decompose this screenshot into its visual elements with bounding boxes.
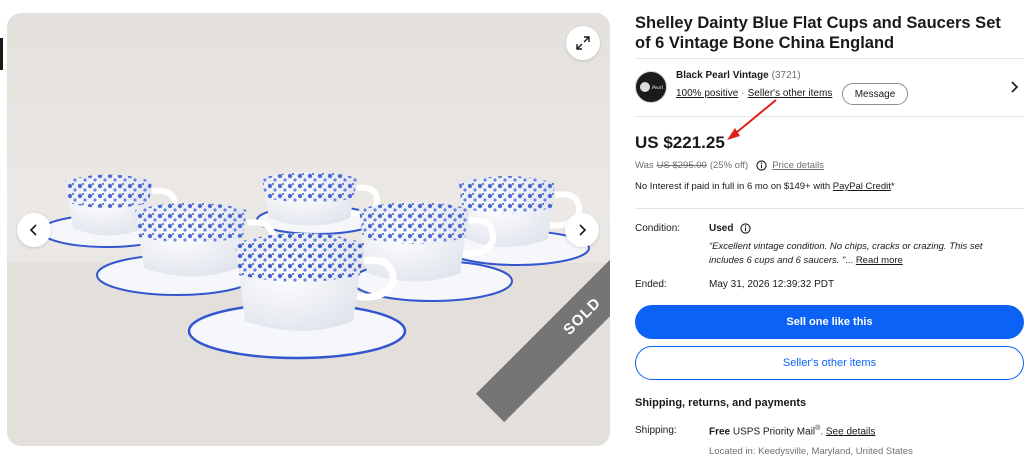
- sell-one-like-this-button[interactable]: Sell one like this: [635, 305, 1024, 339]
- ellipsis: ...: [845, 255, 854, 266]
- item-location: Located in: Keedysville, Maryland, Unite…: [709, 446, 913, 457]
- discount-percent: (25% off): [709, 160, 749, 171]
- divider: [635, 116, 1024, 117]
- message-seller-button[interactable]: Message: [842, 83, 908, 105]
- shipping-heading: Shipping, returns, and payments: [635, 397, 807, 409]
- was-label: Was: [635, 160, 654, 171]
- was-price-line: Was US $295.00 (25% off) Price details: [635, 160, 824, 171]
- seller-logo: Pearl: [640, 82, 664, 92]
- seller-feedback-count: (3721): [771, 70, 801, 81]
- previous-image-button[interactable]: [17, 213, 51, 247]
- teacup-back-center: [256, 171, 381, 235]
- period: .: [820, 426, 824, 438]
- condition-text: Used: [709, 223, 734, 234]
- read-more-link[interactable]: Read more: [856, 255, 903, 266]
- svg-text:Pearl: Pearl: [651, 86, 664, 91]
- chevron-left-icon: [29, 224, 37, 236]
- listing-details-panel: Shelley Dainty Blue Flat Cups and Saucer…: [635, 0, 1024, 466]
- condition-label: Condition:: [635, 223, 681, 234]
- expand-icon: [576, 36, 590, 50]
- credit-text: No Interest if paid in full in 6 mo on $…: [635, 181, 831, 192]
- seller-other-items-link[interactable]: Seller's other items: [748, 88, 833, 99]
- seller-info: Black Pearl Vintage (3721): [676, 70, 801, 81]
- seller-notes: “Excellent vintage condition. No chips, …: [709, 240, 1014, 268]
- ended-label: Ended:: [635, 279, 667, 290]
- shipping-value: Free USPS Priority Mail®. See details: [709, 425, 875, 437]
- divider: [635, 58, 1024, 59]
- separator: ·: [741, 88, 745, 99]
- left-edge-marker: [0, 38, 3, 70]
- shipping-see-details-link[interactable]: See details: [826, 426, 875, 437]
- product-image-gallery[interactable]: SOLD: [7, 13, 610, 446]
- listing-title: Shelley Dainty Blue Flat Cups and Saucer…: [635, 14, 1001, 52]
- seller-avatar[interactable]: Pearl: [635, 71, 667, 103]
- seller-name[interactable]: Black Pearl Vintage: [676, 70, 769, 81]
- item-price: US $221.25: [635, 133, 725, 152]
- condition-info-icon[interactable]: [740, 223, 752, 234]
- expand-image-button[interactable]: [566, 26, 600, 60]
- sellers-other-items-button[interactable]: Seller's other items: [635, 346, 1024, 380]
- price-details-link[interactable]: Price details: [772, 160, 824, 171]
- next-image-button[interactable]: [565, 213, 599, 247]
- ended-date: May 31, 2026 12:39:32 PDT: [709, 279, 835, 290]
- shipping-service: USPS Priority Mail: [732, 426, 816, 438]
- shipping-label: Shipping:: [635, 425, 677, 436]
- original-price: US $295.00: [656, 160, 707, 171]
- divider: [635, 208, 1024, 209]
- paypal-credit-link[interactable]: PayPal Credit: [833, 181, 891, 192]
- seller-links: 100% positive · Seller's other items: [676, 88, 832, 99]
- credit-asterisk: *: [890, 181, 895, 192]
- paypal-credit-line: No Interest if paid in full in 6 mo on $…: [635, 181, 895, 192]
- chevron-right-icon: [579, 224, 587, 236]
- info-icon[interactable]: [756, 160, 767, 171]
- free-shipping: Free: [709, 426, 731, 438]
- condition-value: Used: [709, 223, 752, 234]
- seller-chevron-right-icon[interactable]: [1010, 80, 1020, 94]
- seller-positive-link[interactable]: 100% positive: [676, 88, 738, 99]
